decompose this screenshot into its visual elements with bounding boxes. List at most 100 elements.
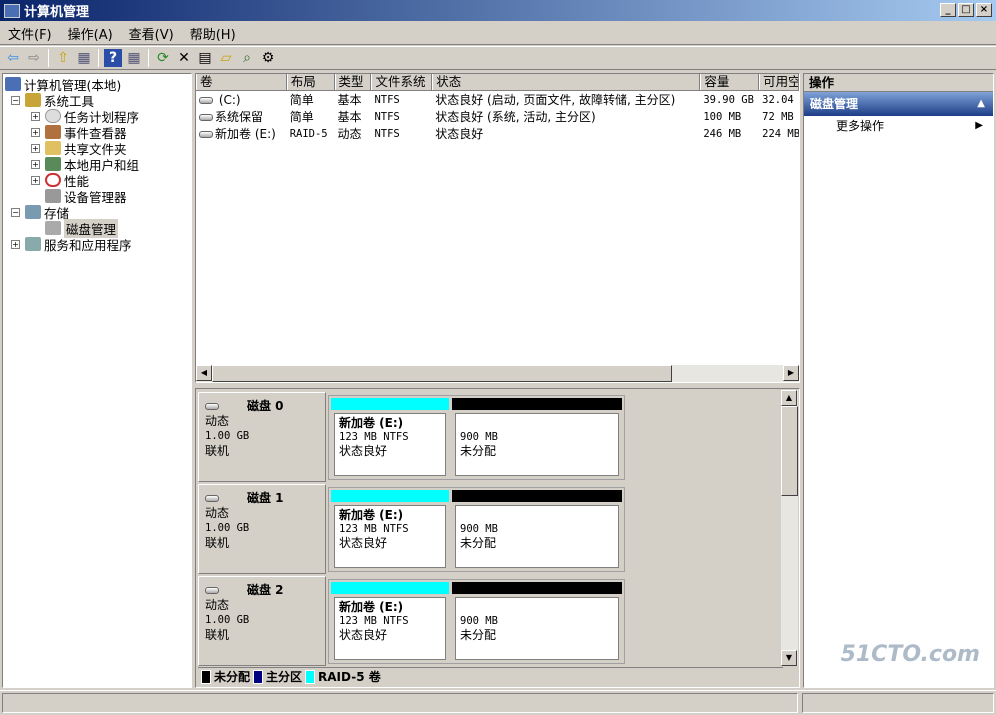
unallocated-partition[interactable]: 900 MB 未分配	[452, 398, 622, 478]
tree-services-apps[interactable]: + 服务和应用程序	[5, 236, 189, 253]
legend-raid5: RAID-5 卷	[318, 670, 381, 684]
column-filesystem[interactable]: 文件系统	[371, 74, 433, 90]
volume-row[interactable]: 系统保留 简单 基本 NTFS 状态良好 (系统, 活动, 主分区) 100 MB 72 M…	[196, 108, 799, 125]
raid5-bar	[331, 582, 449, 594]
collapse-up-icon[interactable]: ▲	[977, 92, 985, 116]
toolbar: ⇦ ⇨ ⇧ ▦ ? ▦ ⟳ ✕ ▤ ▱ ⌕ ⚙	[0, 46, 996, 70]
computer-management-icon	[4, 3, 20, 18]
menu-view[interactable]: 查看(V)	[121, 24, 182, 43]
column-status[interactable]: 状态	[432, 74, 701, 90]
column-capacity[interactable]: 容量	[700, 74, 760, 90]
expand-icon[interactable]: +	[31, 143, 40, 153]
help-icon[interactable]: ?	[104, 49, 122, 67]
users-icon	[45, 157, 61, 171]
status-panel	[2, 693, 798, 713]
event-viewer-icon	[45, 125, 61, 139]
expand-icon[interactable]: +	[31, 159, 40, 169]
device-manager-icon	[45, 189, 61, 203]
menu-help[interactable]: 帮助(H)	[182, 24, 244, 43]
tree-root[interactable]: 计算机管理(本地)	[5, 76, 189, 93]
show-hide-action-pane-icon[interactable]: ▦	[125, 49, 143, 67]
volume-list-header: 卷 布局 类型 文件系统 状态 容量 可用空	[196, 74, 799, 91]
legend: 未分配 主分区 RAID-5 卷	[198, 667, 783, 685]
status-bar	[0, 690, 996, 715]
disk-row[interactable]: 磁盘 0 动态 1.00 GB 联机 新加卷 (E:) 123 MB NTFS 状态…	[198, 392, 783, 482]
more-actions-item[interactable]: 更多操作 ▶	[804, 116, 993, 136]
actions-section-disk-management[interactable]: 磁盘管理 ▲	[804, 92, 993, 116]
column-free-space[interactable]: 可用空	[759, 74, 799, 90]
volume-row[interactable]: 新加卷 (E:) RAID-5 动态 NTFS 状态良好 246 MB 224 MB	[196, 125, 799, 142]
volume-icon	[199, 96, 213, 104]
close-button[interactable]: ×	[976, 3, 992, 17]
unallocated-bar	[452, 582, 622, 594]
computer-icon	[5, 77, 21, 91]
disk-info[interactable]: 磁盘 0 动态 1.00 GB 联机	[198, 392, 326, 482]
partitions: 新加卷 (E:) 123 MB NTFS 状态良好 900 MB 未分配	[328, 487, 625, 572]
performance-icon	[45, 173, 61, 187]
scroll-thumb[interactable]	[212, 365, 672, 382]
menu-action[interactable]: 操作(A)	[60, 24, 121, 43]
scroll-left-button[interactable]: ◀	[196, 365, 212, 381]
column-volume[interactable]: 卷	[196, 74, 287, 90]
legend-swatch-unallocated	[201, 669, 211, 684]
legend-swatch-primary	[253, 669, 264, 684]
disk-info[interactable]: 磁盘 1 动态 1.00 GB 联机	[198, 484, 326, 574]
partitions: 新加卷 (E:) 123 MB NTFS 状态良好 900 MB 未分配	[328, 395, 625, 480]
search-icon[interactable]: ⌕	[238, 49, 256, 67]
watermark: 51CTO.com	[840, 642, 980, 667]
back-icon[interactable]: ⇦	[4, 49, 22, 67]
raid5-bar	[331, 398, 449, 410]
refresh-icon[interactable]: ⟳	[154, 49, 172, 67]
collapse-icon[interactable]: −	[11, 95, 20, 105]
disk-info[interactable]: 磁盘 2 动态 1.00 GB 联机	[198, 576, 326, 666]
scroll-thumb[interactable]	[781, 406, 798, 496]
tree-local-users[interactable]: + 本地用户和组	[5, 156, 189, 173]
vertical-scrollbar[interactable]: ▲ ▼	[781, 390, 798, 666]
submenu-arrow-icon: ▶	[975, 120, 983, 131]
menu-file[interactable]: 文件(F)	[0, 24, 60, 43]
properties-icon[interactable]: ▤	[196, 49, 214, 67]
disk-icon	[205, 495, 219, 502]
expand-icon[interactable]: +	[31, 175, 40, 185]
unallocated-bar	[452, 398, 622, 410]
menu-bar: 文件(F) 操作(A) 查看(V) 帮助(H)	[0, 22, 996, 45]
expand-icon[interactable]: +	[31, 111, 40, 121]
scroll-up-button[interactable]: ▲	[781, 390, 797, 406]
disk-management-icon	[45, 221, 61, 235]
raid5-volume-partition[interactable]: 新加卷 (E:) 123 MB NTFS 状态良好	[331, 582, 449, 662]
raid5-volume-partition[interactable]: 新加卷 (E:) 123 MB NTFS 状态良好	[331, 398, 449, 478]
maximize-button[interactable]: □	[958, 3, 974, 17]
services-icon	[25, 237, 41, 251]
horizontal-scrollbar[interactable]: ◀ ▶	[196, 365, 799, 382]
show-hide-tree-icon[interactable]: ▦	[75, 49, 93, 67]
status-panel	[802, 693, 994, 713]
scroll-down-button[interactable]: ▼	[781, 650, 797, 666]
raid5-volume-partition[interactable]: 新加卷 (E:) 123 MB NTFS 状态良好	[331, 490, 449, 570]
collapse-icon[interactable]: −	[11, 207, 20, 217]
disk-icon	[205, 403, 219, 410]
title-bar: 计算机管理 _ □ ×	[0, 0, 996, 21]
settings-icon[interactable]: ⚙	[259, 49, 277, 67]
volume-icon	[199, 114, 213, 121]
expand-icon[interactable]: +	[11, 239, 20, 249]
unallocated-partition[interactable]: 900 MB 未分配	[452, 490, 622, 570]
disk-row[interactable]: 磁盘 1 动态 1.00 GB 联机 新加卷 (E:) 123 MB NTFS 状态…	[198, 484, 783, 574]
unallocated-partition[interactable]: 900 MB 未分配	[452, 582, 622, 662]
scroll-right-button[interactable]: ▶	[783, 365, 799, 381]
delete-icon[interactable]: ✕	[175, 49, 193, 67]
expand-icon[interactable]: +	[31, 127, 40, 137]
volume-row[interactable]: (C:) 简单 基本 NTFS 状态良好 (启动, 页面文件, 故障转储, 主分区) 39…	[196, 91, 799, 108]
open-icon[interactable]: ▱	[217, 49, 235, 67]
forward-icon[interactable]: ⇨	[25, 49, 43, 67]
minimize-button[interactable]: _	[940, 3, 956, 17]
clock-icon	[45, 109, 61, 123]
disk-row[interactable]: 磁盘 2 动态 1.00 GB 联机 新加卷 (E:) 123 MB NTFS 状态…	[198, 576, 783, 666]
tree-device-manager[interactable]: 设备管理器	[5, 188, 189, 205]
volume-list: 卷 布局 类型 文件系统 状态 容量 可用空 (C:) 简单 基本 NTFS 状态良好 …	[195, 73, 800, 383]
up-folder-icon[interactable]: ⇧	[54, 49, 72, 67]
storage-icon	[25, 205, 41, 219]
column-layout[interactable]: 布局	[286, 74, 335, 90]
navigation-tree: 计算机管理(本地) − 系统工具 + 任务计划程序 + 事件查看器 + 共享文件夹 + 本…	[2, 73, 192, 688]
actions-header: 操作	[804, 74, 993, 92]
column-type[interactable]: 类型	[334, 74, 372, 90]
